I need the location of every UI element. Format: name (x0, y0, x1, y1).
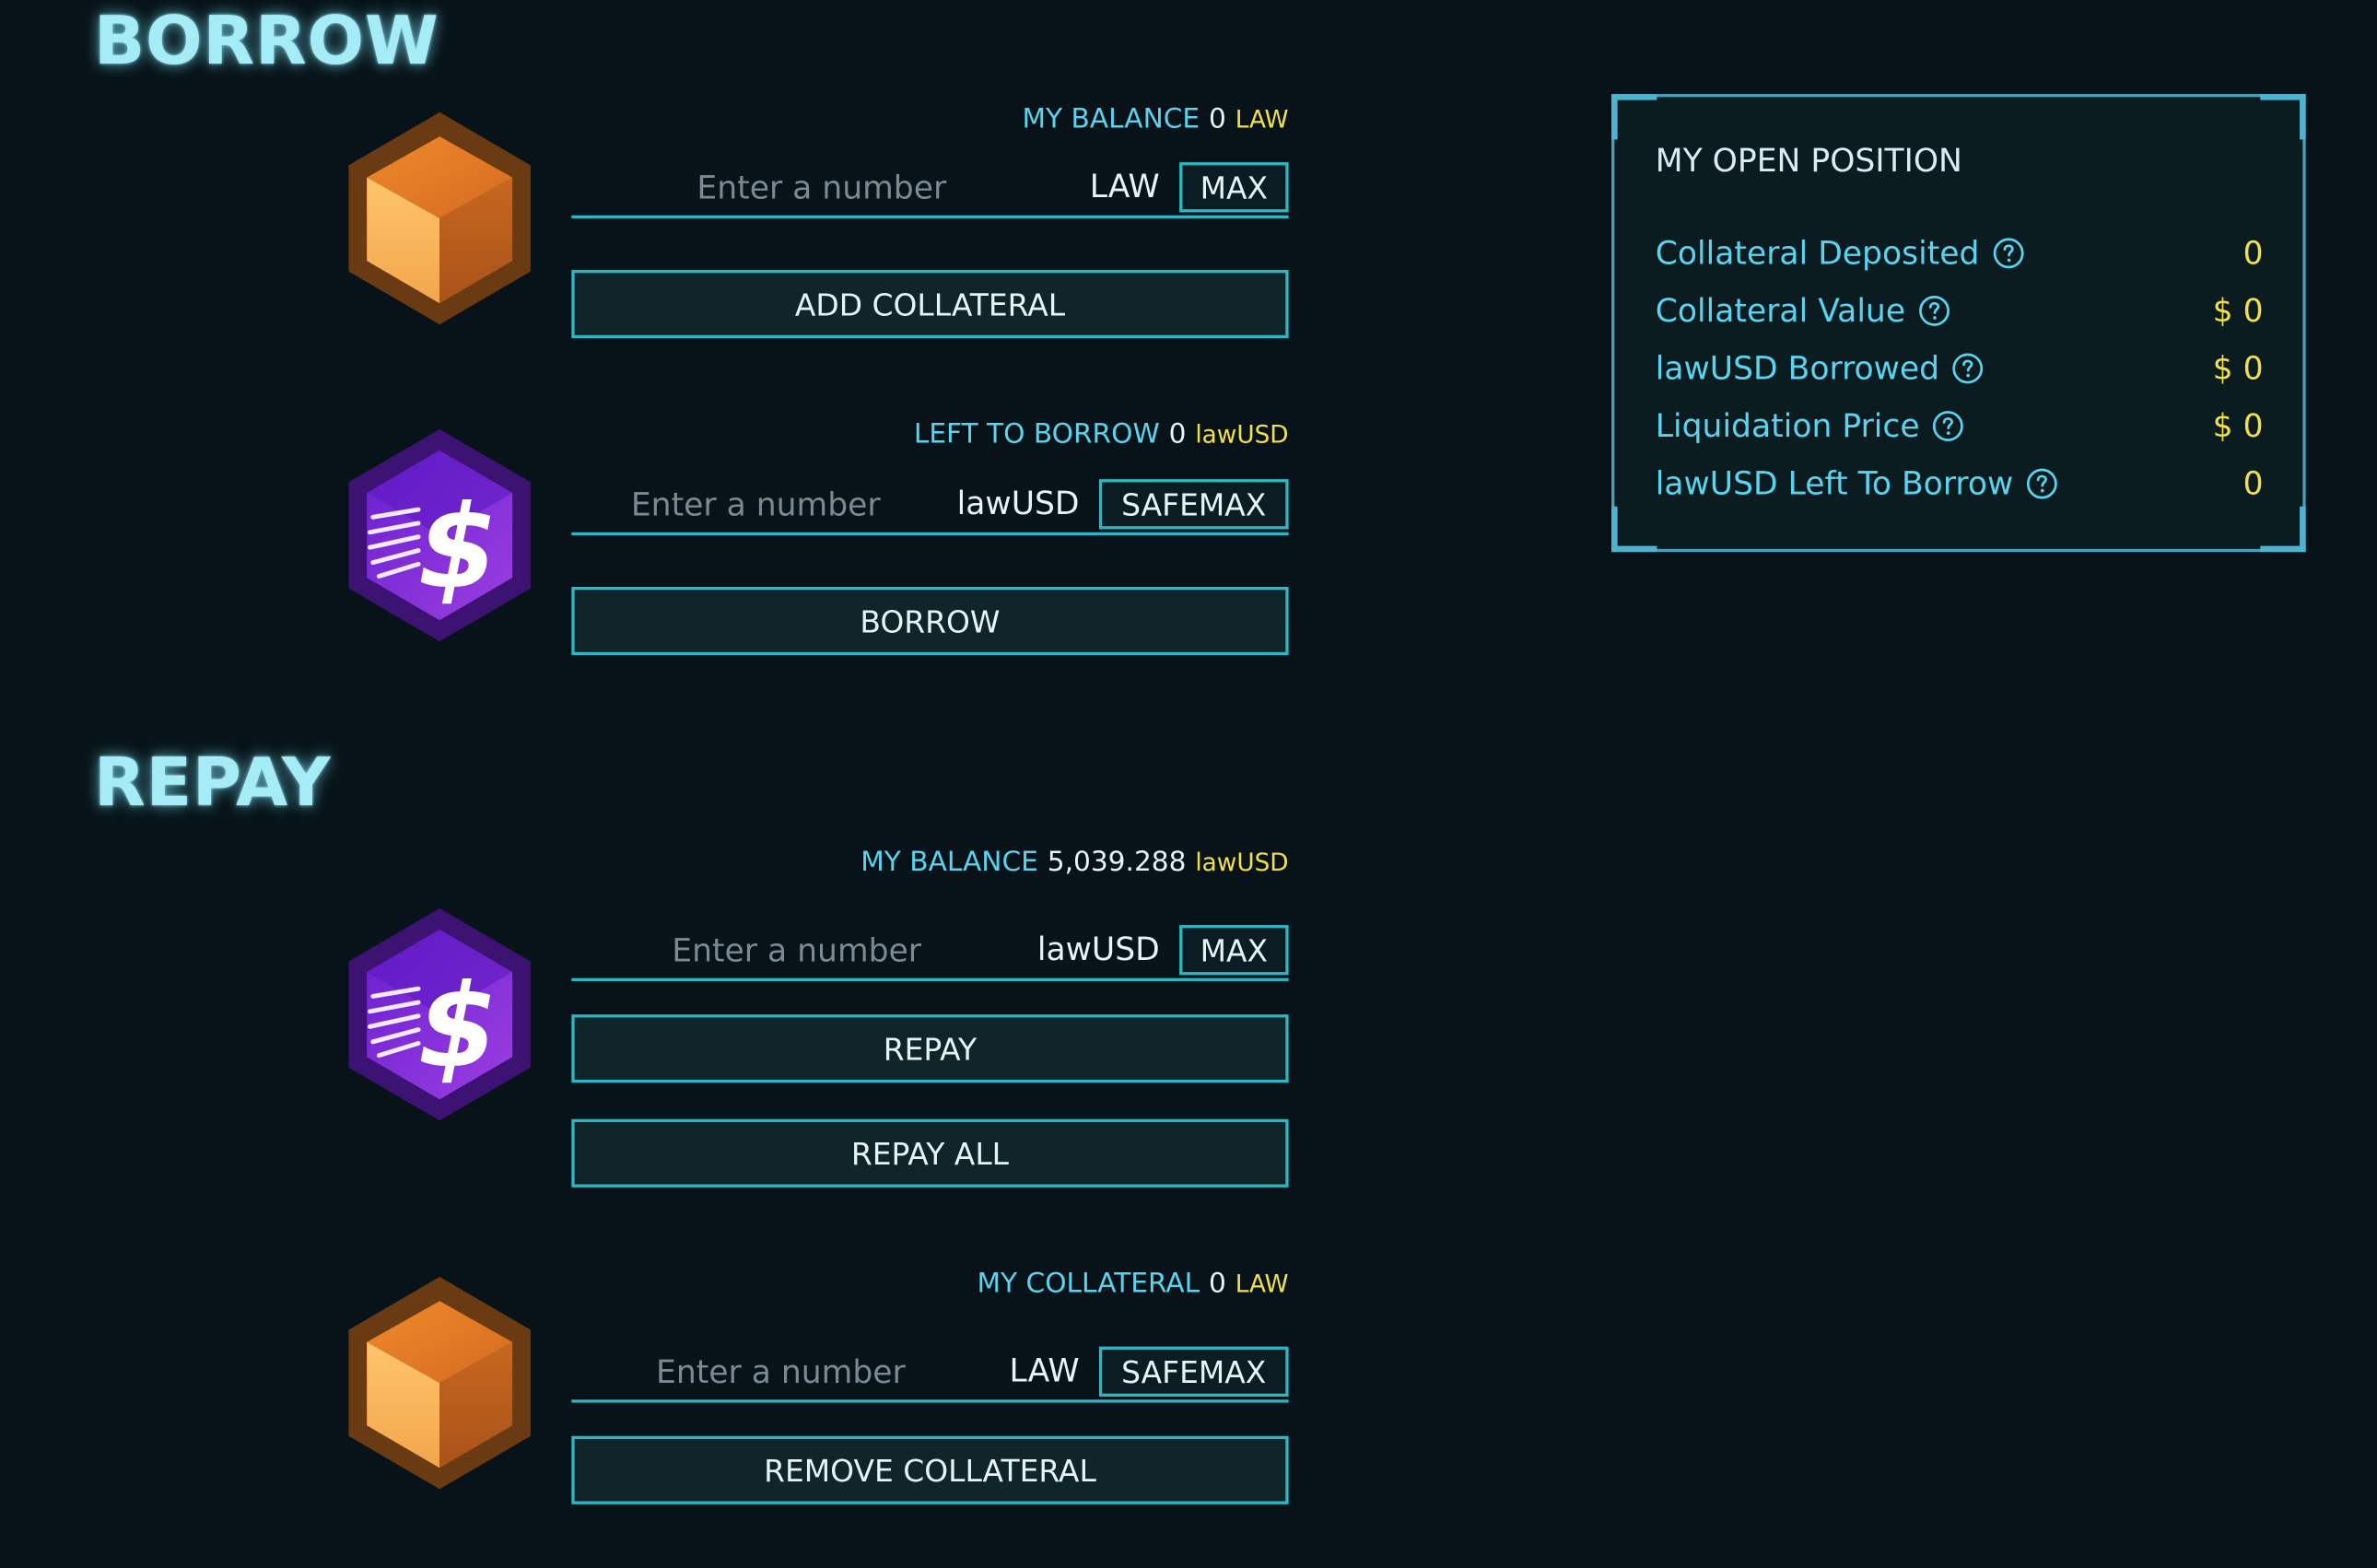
panel-corner (2260, 94, 2306, 140)
help-icon[interactable] (2025, 467, 2058, 500)
balance-label: MY BALANCE (1022, 102, 1200, 135)
balance-unit: lawUSD (1195, 419, 1289, 450)
remove-collateral-safemax-button[interactable]: SAFEMAX (1098, 1346, 1289, 1397)
law-token-icon (343, 1274, 537, 1492)
remove-collateral-input-row: LAW SAFEMAX (571, 1346, 1289, 1403)
borrow-safemax-button[interactable]: SAFEMAX (1098, 479, 1289, 530)
panel-corner (1611, 506, 1657, 553)
collateral-input-row: LAW MAX (571, 162, 1289, 219)
help-icon[interactable] (1951, 352, 1985, 385)
page: BORROW MY BALANCE 0 LAW LAW MAX ADD COLLAT… (0, 0, 2377, 1568)
position-label: Collateral Deposited (1655, 235, 1980, 272)
lawusd-token-icon (343, 427, 537, 645)
remove-collateral-amount-input[interactable] (571, 1346, 990, 1397)
borrow-unit-label: lawUSD (956, 485, 1080, 522)
position-label: Liquidation Price (1655, 407, 1920, 445)
repay-all-button[interactable]: REPAY ALL (571, 1118, 1289, 1188)
position-row-collateral-deposited: Collateral Deposited 0 (1656, 230, 2264, 275)
balance-value: 5,039.288 (1047, 846, 1187, 879)
panel-corner (1611, 94, 1657, 140)
open-position-panel: MY OPEN POSITION Collateral Deposited 0 … (1611, 94, 2306, 553)
borrow-amount-input[interactable] (571, 479, 941, 530)
help-icon[interactable] (1917, 294, 1950, 327)
position-value: $ 0 (2212, 292, 2264, 330)
balance-unit: lawUSD (1195, 848, 1289, 877)
repay-max-button[interactable]: MAX (1179, 925, 1289, 976)
collateral-max-button[interactable]: MAX (1179, 162, 1289, 213)
position-row-liquidation-price: Liquidation Price $ 0 (1656, 404, 2264, 449)
panel-corner (2260, 506, 2306, 553)
debt-balance: MY BALANCE 5,039.288 lawUSD (861, 845, 1288, 882)
balance-unit: LAW (1235, 104, 1289, 134)
collateral-amount-input[interactable] (571, 162, 1072, 213)
borrow-button[interactable]: BORROW (571, 587, 1289, 656)
position-row-collateral-value: Collateral Value $ 0 (1656, 288, 2264, 333)
balance-label: LEFT TO BORROW (913, 418, 1160, 451)
repay-unit-label: lawUSD (1036, 930, 1160, 968)
position-label: lawUSD Left To Borrow (1655, 465, 2014, 502)
balance-value: 0 (1209, 1268, 1226, 1300)
help-icon[interactable] (1932, 409, 1965, 442)
position-value: 0 (2242, 465, 2264, 502)
law-token-icon (343, 110, 537, 328)
position-label: Collateral Value (1655, 292, 1906, 330)
position-row-lawusd-left-to-borrow: lawUSD Left To Borrow 0 (1656, 461, 2264, 506)
position-label: lawUSD Borrowed (1655, 350, 1940, 387)
repay-title: REPAY (94, 744, 332, 823)
remove-collateral-unit-label: LAW (1009, 1352, 1080, 1389)
balance-value: 0 (1168, 418, 1187, 451)
help-icon[interactable] (1992, 237, 2025, 270)
repay-amount-input[interactable] (571, 925, 1022, 976)
position-row-lawusd-borrowed: lawUSD Borrowed $ 0 (1656, 345, 2264, 391)
repay-input-row: lawUSD MAX (571, 925, 1289, 981)
position-value: $ 0 (2212, 407, 2264, 445)
balance-label: MY COLLATERAL (977, 1268, 1200, 1300)
panel-title: MY OPEN POSITION (1655, 142, 1962, 180)
repay-button[interactable]: REPAY (571, 1014, 1289, 1083)
borrow-input-row: lawUSD SAFEMAX (571, 479, 1289, 536)
lawusd-token-icon (343, 906, 537, 1124)
collateral-held: MY COLLATERAL 0 LAW (977, 1266, 1288, 1303)
collateral-balance: MY BALANCE 0 LAW (1022, 101, 1288, 138)
position-value: $ 0 (2212, 350, 2264, 387)
collateral-unit-label: LAW (1089, 168, 1160, 205)
position-value: 0 (2242, 235, 2264, 272)
remove-collateral-button[interactable]: REMOVE COLLATERAL (571, 1435, 1289, 1504)
balance-unit: LAW (1235, 1269, 1289, 1298)
left-to-borrow: LEFT TO BORROW 0 lawUSD (914, 417, 1289, 454)
borrow-title: BORROW (94, 3, 439, 81)
add-collateral-button[interactable]: ADD COLLATERAL (571, 269, 1289, 339)
balance-value: 0 (1209, 102, 1226, 135)
balance-label: MY BALANCE (861, 846, 1038, 879)
